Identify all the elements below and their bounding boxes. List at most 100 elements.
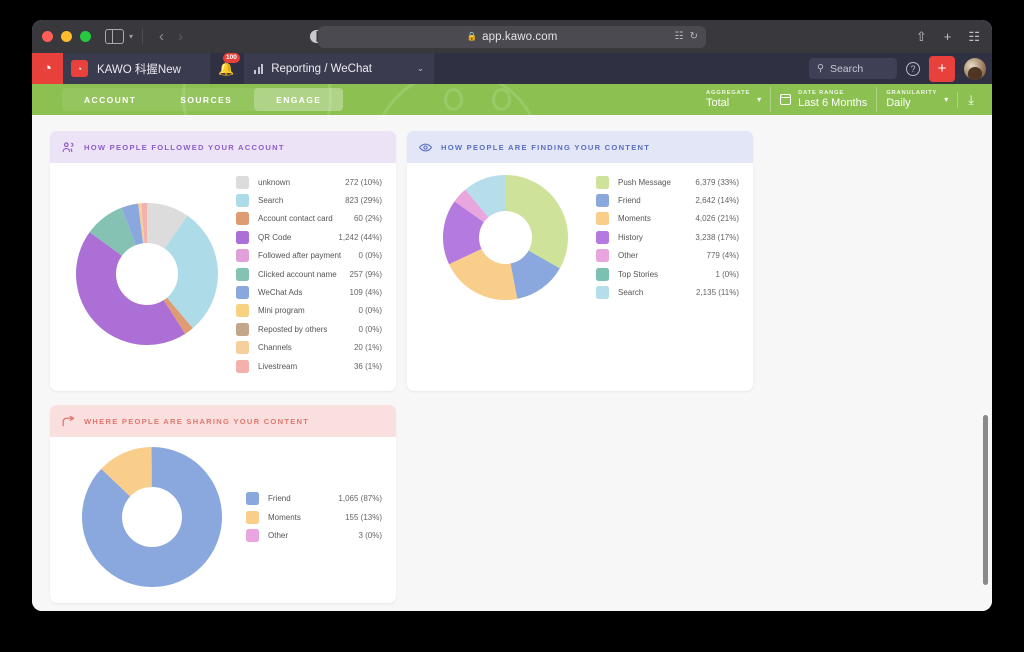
chart-row: WHERE PEOPLE ARE SHARING YOUR CONTENT Fri… [50,405,974,603]
account-avatar-icon: ◔ [71,60,88,77]
legend-item[interactable]: WeChat Ads109 (4%) [236,283,382,301]
chart-legend: Push Message6,379 (33%)Friend2,642 (14%)… [596,173,739,302]
new-tab-icon[interactable]: + [944,30,952,43]
legend-value: 3 (0%) [358,531,382,540]
legend-item[interactable]: QR Code1,242 (44%) [236,228,382,246]
chart-card-title: WHERE PEOPLE ARE SHARING YOUR CONTENT [84,417,309,426]
scrollbar-thumb[interactable] [983,415,988,585]
legend-swatch [236,304,249,317]
browser-toolbar-actions: ⇧ + ☷ [916,30,980,43]
legend-item[interactable]: Channels20 (1%) [236,339,382,357]
legend-item[interactable]: Other3 (0%) [246,526,382,544]
chart-card: WHERE PEOPLE ARE SHARING YOUR CONTENT Fri… [50,405,396,603]
app-logo[interactable]: ◔ [32,53,63,84]
legend-item[interactable]: Top Stories1 (0%) [596,265,739,283]
legend-label: Other [618,251,707,260]
legend-item[interactable]: Moments4,026 (21%) [596,210,739,228]
tab-overview-icon[interactable]: ☷ [968,30,980,43]
sidebar-toggle-icon[interactable] [105,29,124,44]
legend-label: Push Message [618,178,695,187]
legend-item[interactable]: Reposted by others0 (0%) [236,320,382,338]
share-arrow-icon [62,416,75,427]
legend-swatch [236,268,249,281]
legend-value: 60 (2%) [354,214,382,223]
chart-legend: Friend1,065 (87%)Moments155 (13%)Other3 … [246,490,382,545]
granularity-caption: GRANULARITY [886,90,937,96]
help-icon[interactable]: ? [906,62,920,76]
chart-card-title: HOW PEOPLE ARE FINDING YOUR CONTENT [441,143,650,152]
date-range-filter[interactable]: DATE RANGE Last 6 Months [770,87,876,112]
notifications-button[interactable]: 🔔 100 [218,60,234,78]
account-switcher[interactable]: ◔ KAWO 科握New [63,53,210,84]
back-button[interactable]: ‹ [159,29,164,44]
sidebar-chevron-down-icon[interactable]: ▾ [129,32,133,41]
extensions-icon[interactable]: ☷ [675,31,684,42]
dashboard-content: HOW PEOPLE FOLLOWED YOUR ACCOUNTunknown2… [32,115,992,611]
legend-value: 155 (13%) [345,513,382,522]
legend-swatch [236,212,249,225]
legend-value: 3,238 (17%) [695,233,739,242]
browser-window: ▾ ‹ › 🔒 app.kawo.com ☷ ↻ ⇧ + ☷ ◔ [32,20,992,611]
legend-label: Friend [268,494,338,503]
create-button[interactable]: + [929,56,955,82]
legend-item[interactable]: Push Message6,379 (33%) [596,173,739,191]
legend-value: 109 (4%) [350,288,382,297]
legend-label: Mini program [258,306,358,315]
notification-badge: 100 [223,53,240,63]
aggregate-caption: AGGREGATE [706,90,750,96]
search-placeholder: Search [830,63,863,75]
minimize-window-button[interactable] [61,31,72,42]
chart-card-body: unknown272 (10%)Search823 (29%)Account c… [50,163,396,391]
reload-icon[interactable]: ↻ [690,31,698,42]
legend-label: Search [258,196,345,205]
address-bar[interactable]: 🔒 app.kawo.com ☷ ↻ [318,26,706,48]
calendar-icon [780,94,791,105]
legend-item[interactable]: Account contact card60 (2%) [236,210,382,228]
aggregate-filter[interactable]: AGGREGATE Total ▾ [697,87,770,112]
legend-item[interactable]: Search2,135 (11%) [596,283,739,301]
legend-swatch [246,492,259,505]
legend-value: 36 (1%) [354,362,382,371]
legend-item[interactable]: Friend1,065 (87%) [246,490,382,508]
report-selector[interactable]: Reporting / WeChat ⌄ [244,53,434,84]
close-window-button[interactable] [42,31,53,42]
user-avatar[interactable] [964,58,986,80]
app-header-actions: ⚲ Search ? + [809,53,992,84]
legend-item[interactable]: Other779 (4%) [596,247,739,265]
legend-item[interactable]: Friend2,642 (14%) [596,191,739,209]
app-header: ◔ ◔ KAWO 科握New 🔔 100 Reporting / WeChat … [32,53,992,84]
legend-item[interactable]: Mini program0 (0%) [236,302,382,320]
chart-card-header: WHERE PEOPLE ARE SHARING YOUR CONTENT [50,405,396,437]
vertical-scrollbar[interactable] [980,115,990,611]
legend-item[interactable]: Clicked account name257 (9%) [236,265,382,283]
url-text: app.kawo.com [482,31,557,43]
legend-label: QR Code [258,233,338,242]
donut-chart [58,203,236,345]
maximize-window-button[interactable] [80,31,91,42]
legend-label: Reposted by others [258,325,358,334]
share-icon[interactable]: ⇧ [916,30,927,43]
legend-label: Livestream [258,362,354,371]
search-input[interactable]: ⚲ Search [809,58,897,79]
tab-account[interactable]: ACCOUNT [62,88,158,111]
tab-engage[interactable]: ENGAGE [254,88,343,111]
legend-label: Moments [618,214,695,223]
legend-label: Channels [258,343,354,352]
legend-item[interactable]: unknown272 (10%) [236,173,382,191]
legend-item[interactable]: Followed after payment0 (0%) [236,247,382,265]
legend-item[interactable]: Moments155 (13%) [246,508,382,526]
tab-sources[interactable]: SOURCES [158,88,254,111]
legend-swatch [236,176,249,189]
legend-swatch [236,249,249,262]
forward-button[interactable]: › [178,29,183,44]
legend-item[interactable]: Search823 (29%) [236,191,382,209]
download-icon[interactable]: ⤓ [957,92,980,108]
legend-swatch [236,231,249,244]
granularity-filter[interactable]: GRANULARITY Daily ▾ [876,87,957,112]
legend-value: 272 (10%) [345,178,382,187]
legend-value: 0 (0%) [358,306,382,315]
legend-value: 6,379 (33%) [695,178,739,187]
legend-value: 2,642 (14%) [695,196,739,205]
legend-item[interactable]: History3,238 (17%) [596,228,739,246]
legend-item[interactable]: Livestream36 (1%) [236,357,382,375]
